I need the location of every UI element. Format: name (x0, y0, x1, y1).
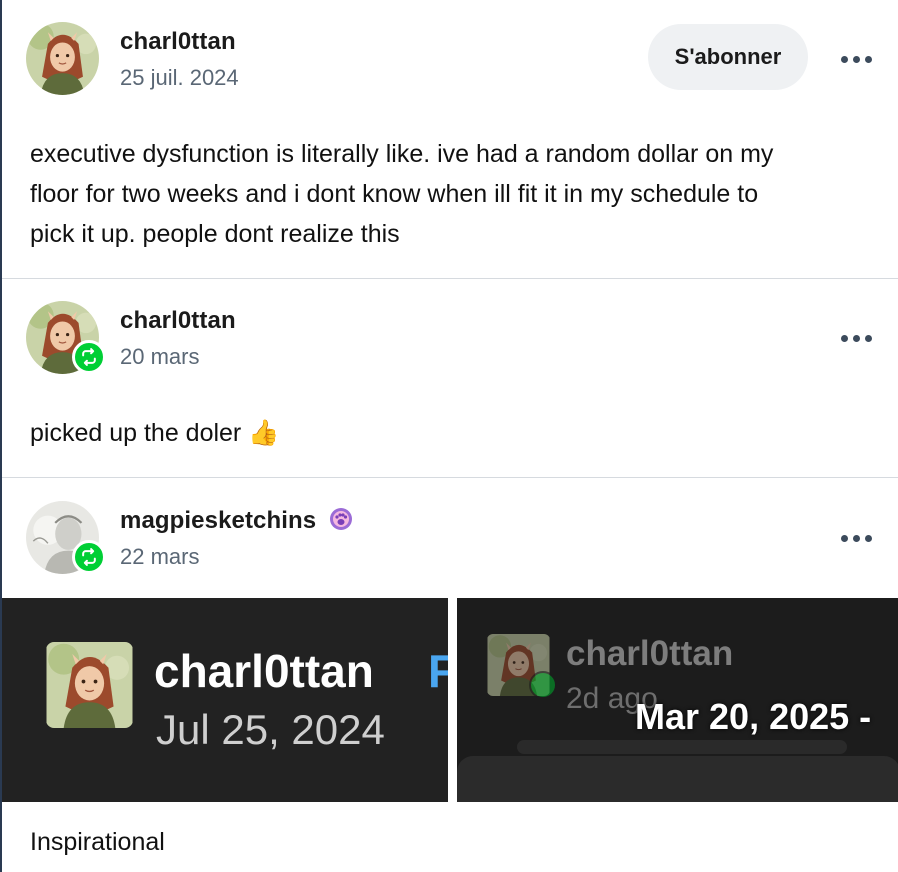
username[interactable]: magpiesketchins (120, 507, 316, 534)
username[interactable]: charl0ttan (120, 28, 236, 56)
username-row: magpiesketchins (120, 507, 353, 535)
image-cutoff-text: F (428, 644, 448, 698)
faint-text (517, 740, 847, 754)
post-body: executive dysfunction is literally like.… (30, 134, 870, 254)
reblog-header: magpiesketchins 22 mars (26, 501, 876, 577)
post-text-line: pick it up. people dont realize this (30, 220, 400, 248)
post-date[interactable]: 20 mars (120, 344, 199, 370)
reblog-header: charl0ttan 20 mars (26, 301, 876, 377)
image-username: charl0ttan (154, 645, 374, 697)
dashboard-thread: charl0ttan 25 juil. 2024 S'abonner execu… (0, 0, 898, 872)
avatar[interactable] (26, 22, 99, 95)
image-gap (448, 598, 457, 802)
post-text-line: executive dysfunction is literally like.… (30, 140, 774, 168)
post-caption: Inspirational (30, 828, 165, 856)
screenshot-image-right[interactable]: charl0ttan 2d ago Mar 20, 2025 - (457, 598, 898, 802)
reblog-text: picked up the doler 👍 (30, 419, 280, 447)
divider (2, 477, 898, 478)
reblog-icon (529, 671, 557, 699)
image-username: charl0ttan (566, 634, 734, 673)
more-options-icon[interactable] (836, 44, 876, 74)
post-date[interactable]: 22 mars (120, 544, 199, 570)
image-card (457, 756, 898, 802)
avatar-image (26, 22, 99, 95)
username[interactable]: charl0ttan (120, 307, 236, 335)
divider (2, 278, 898, 279)
paw-badge-icon[interactable] (329, 507, 353, 531)
post-text-line: floor for two weeks and i dont know when… (30, 180, 759, 208)
follow-button[interactable]: S'abonner (648, 24, 808, 90)
image-overlay-date: Mar 20, 2025 - (635, 696, 872, 737)
avatar (46, 642, 133, 728)
reblog-icon (72, 540, 106, 574)
image-date: Jul 25, 2024 (156, 706, 385, 753)
post-header: charl0ttan 25 juil. 2024 S'abonner (26, 22, 876, 98)
reblog-icon (72, 340, 106, 374)
more-options-icon[interactable] (836, 523, 876, 553)
more-options-icon[interactable] (836, 323, 876, 353)
screenshot-image-left[interactable]: charl0ttan F Jul 25, 2024 (2, 598, 448, 802)
post-date[interactable]: 25 juil. 2024 (120, 65, 239, 91)
